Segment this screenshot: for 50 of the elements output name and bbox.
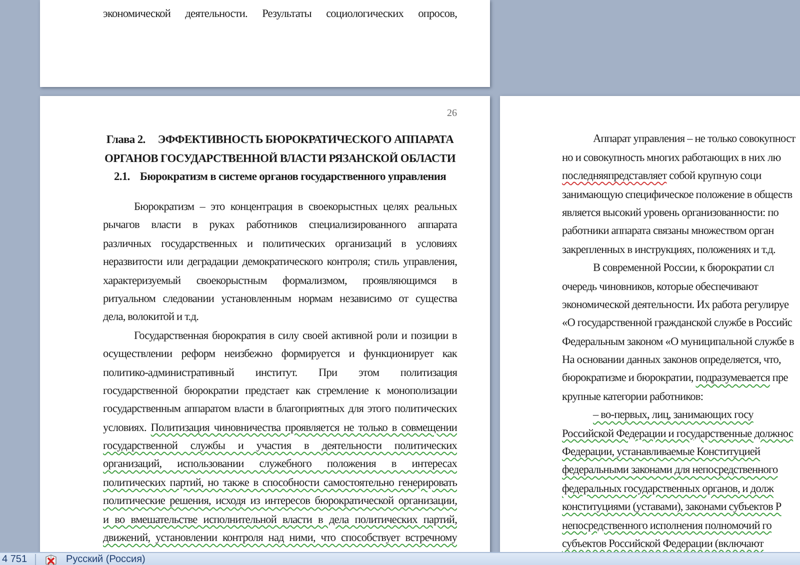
text-line: – во-первых, лиц, занимающих госу [592,408,754,424]
text-line: условиях. Политизация чиновничества проявляется не только в совмещении [103,420,457,436]
text-line: неразвитости или деградации демократического контроля; стиль управления, [103,255,457,270]
text-line: экономической деятельности. Их работа регулируе [562,298,790,313]
text-line: государственной службы и участия в деятельности политических [103,439,457,454]
text-line: федеральными законами для непосредственного [562,463,779,478]
text-line: экономической деятельности. Результаты социологических опросов, [103,7,457,22]
text-line: последняяпредставляет собой крупную соци [562,169,762,184]
text-line: государственным аппаратом власти в благоприятных для этого политических [103,402,457,418]
language-indicator[interactable]: Русский (Россия) [66,554,146,565]
text-line: характеризуемый своекорыстным формализмом, проявляющимся в [103,274,457,289]
text-line: государственной бюрократии предстает как стремление к монополизации [103,384,457,399]
text-line: различных государственных и политических организаций в условиях [103,236,457,252]
text-line: организаций, использовании служебного положения в интересах [103,457,457,472]
text-line: является высокий уровень организованности: по [562,206,780,221]
text-line: конституциями (уставами), законами субъектов Р [562,500,782,516]
text-line: Федеральным законом «О муниципальной службе в [562,334,795,350]
page-number: 26 [447,108,457,120]
text-line: субъектов Российской Федерации (включают [562,536,765,552]
text-line: но и совокупность многих работающих в них лю [562,150,782,166]
text-line: политических партий, но также в способности самостоятельно генерировать [103,476,457,491]
text-line: Бюрократизм – это концентрация в своекорыстных целях реальных [133,200,457,215]
text-line: Федерации, устанавливаемые Конституцией [562,445,762,460]
text-line: и во вмешательстве исполнительной власти в дела политических партий, [103,512,457,528]
text-line: политико-административный институт. При этом политизация [103,366,457,381]
text-line: закрепленных в инструкциях, положениях и т.д. [562,242,776,258]
text-line: движений, установлении контроля над ними, что способствует встречному [103,531,457,546]
text-line: осуществлении реформ неизбежно формируется и функционирует как [103,347,457,362]
text-line: бюрократизме и бюрократии, подразумевается пре [562,371,789,386]
text-line: занимающую специфическое положение в обществ [562,188,794,203]
text-line: рычагов власти в руках работников специализированного аппарата [103,218,457,234]
text-line: непосредственного исполнения полномочий го [562,518,772,534]
text-line: работники аппарата связаны множеством орган [562,224,775,240]
text-line: дела, волокитой и т.д. [103,310,200,326]
text-line: Государственная бюрократия в силу своей активной роли и позиции в [133,328,457,344]
chapter-heading: ОРГАНОВ ГОСУДАРСТВЕННОЙ ВЛАСТИ РЯЗАНСКОЙ ОБЛАСТИ [104,151,456,167]
section-heading: 2.1. Бюрократизм в системе органов государственного управления [114,170,446,185]
text-line: На основании данных законов определяется, что, [562,353,782,368]
text-line: «О государственной гражданской службе в Российс [562,316,793,332]
word-count[interactable]: 4 751 [2,554,28,565]
text-line: федеральных государственных органов, и долж [562,482,775,497]
text-line: Российской Федерации и государственные должнос [562,426,794,442]
text-line: ритуальном следовании установленным нормам независимо от существа [103,292,457,307]
spellcheck-icon[interactable] [44,554,58,565]
text-line: политические решения, исходя из интересов бюрократической организации, [103,494,457,510]
text-line: Аппарат управления – не только совокупност [592,132,796,148]
text-line: очередь чиновников, которые обеспечивают [562,280,760,295]
text-line: В современной России, к бюрократии сл [592,261,775,276]
chapter-heading: Глава 2. ЭФФЕКТИВНОСТЬ БЮРОКРАТИЧЕСКОГО АППАРАТА [106,133,454,148]
text-line: крупные категории работников: [562,390,704,405]
